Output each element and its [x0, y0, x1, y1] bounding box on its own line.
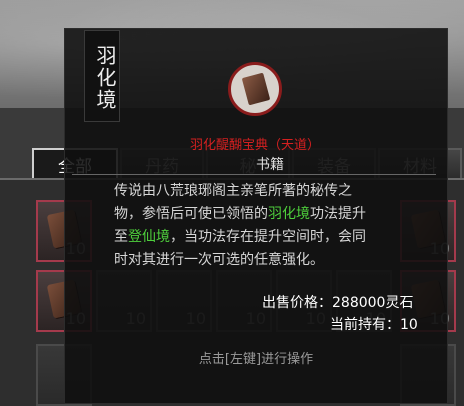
desc-line: 时对其进行一次可选的任意强化。 — [114, 252, 324, 268]
desc-line: 传说由八荒琅琊阁主亲笔所著的秘传之 — [114, 183, 352, 199]
realm-highlight: 登仙境 — [128, 229, 170, 245]
sell-price: 出售价格：288000灵石 — [262, 295, 414, 311]
realm-badge: 羽化境 — [84, 30, 120, 122]
desc-line: 至登仙境，当功法存在提升空间时，会同 — [114, 229, 366, 245]
desc-line: 物，参悟后可使已领悟的羽化境功法提升 — [114, 206, 366, 222]
action-hint: 点击[左键]进行操作 — [198, 352, 314, 367]
item-name: 羽化醍醐宝典（天道） — [189, 138, 320, 153]
book-icon — [241, 72, 271, 106]
item-icon — [228, 62, 282, 116]
divider — [72, 174, 436, 175]
holding-count: 当前持有：10 — [330, 317, 418, 333]
item-description: 传说由八荒琅琊阁主亲笔所著的秘传之 物，参悟后可使已领悟的羽化境功法提升 至登仙… — [114, 180, 432, 272]
item-type: 书籍 — [256, 157, 284, 173]
realm-highlight: 羽化境 — [268, 206, 310, 222]
